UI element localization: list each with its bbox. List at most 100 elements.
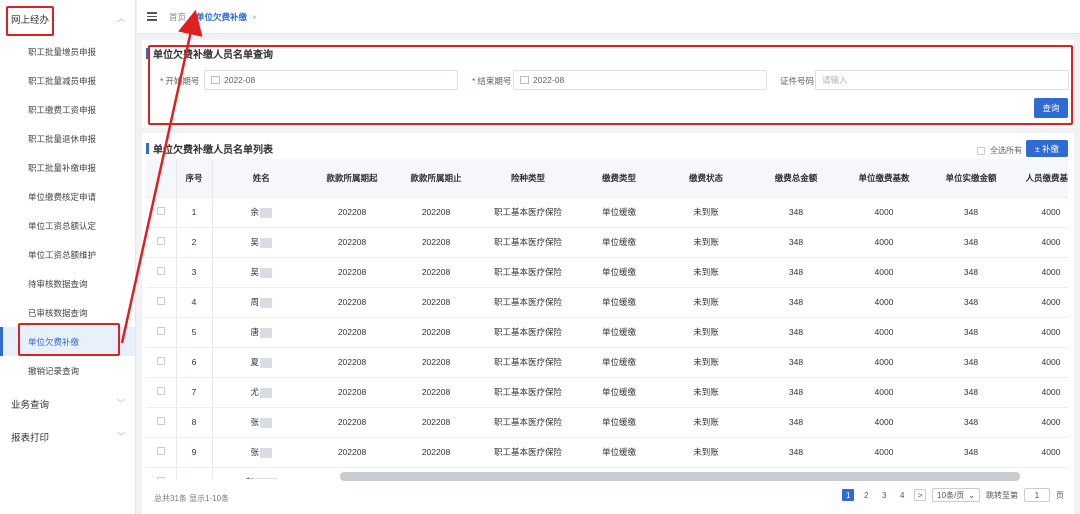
select-all[interactable]: 全选所有	[977, 145, 1022, 156]
row-checkbox-cell[interactable]	[146, 407, 176, 438]
end-period-input[interactable]: 2022-08	[513, 70, 767, 90]
title-accent-bar	[146, 48, 149, 59]
row-checkbox[interactable]	[156, 207, 165, 215]
page-3[interactable]: 3	[878, 489, 890, 501]
cell-end: 202208	[394, 437, 478, 468]
cell-person-base: 4000	[1014, 377, 1068, 408]
cell-person-base: 4000	[1014, 347, 1068, 378]
table-row[interactable]: 1 余 202208 202208 职工基本医疗保险 单位缓缴 未到账 348 4000 348 4…	[146, 197, 1068, 228]
table-row[interactable]: 8 张 202208 202208 职工基本医疗保险 单位缓缴 未到账 348 4000 348 4…	[146, 407, 1068, 438]
cell-end: 202208	[394, 347, 478, 378]
row-checkbox-cell[interactable]	[146, 347, 176, 378]
sidebar-item[interactable]: 单位工资总额认定	[0, 211, 135, 240]
next-page-button[interactable]: >	[914, 489, 927, 501]
table-row[interactable]: 2 吴 202208 202208 职工基本医疗保险 单位缓缴 未到账 348 4000 348 4…	[146, 227, 1068, 258]
page-1[interactable]: 1	[842, 489, 855, 501]
table-row[interactable]: 3 吴 202208 202208 职工基本医疗保险 单位缓缴 未到账 348 4000 348 4…	[146, 257, 1068, 288]
cell-unit-base: 4000	[840, 317, 928, 348]
row-checkbox[interactable]	[156, 417, 165, 425]
redacted-block	[260, 357, 272, 368]
header-checkbox-cell	[146, 159, 176, 198]
cell-start: 202208	[310, 317, 394, 348]
cell-status: 未到账	[660, 257, 752, 288]
column-header: 款款所属期止	[394, 159, 478, 198]
sidebar-item[interactable]: 单位工资总额维护	[0, 240, 135, 269]
column-header: 缴费类型	[578, 159, 660, 198]
table-row[interactable]: 5 唐 202208 202208 职工基本医疗保险 单位缓缴 未到账 348 4000 348 4…	[146, 317, 1068, 348]
cell-name: 吴	[212, 227, 310, 258]
id-number-input[interactable]: 请输入	[815, 70, 1069, 90]
start-period-value: 2022-08	[224, 75, 256, 85]
id-number-label: 证件号码	[780, 76, 815, 86]
row-checkbox-cell[interactable]	[146, 317, 176, 348]
column-header: 单位缴费基数	[840, 159, 928, 198]
table-row[interactable]: 4 周 202208 202208 职工基本医疗保险 单位缓缴 未到账 348 4000 348 4…	[146, 287, 1068, 318]
sidebar: 网上经办 ︿ 职工批量增员申报 职工批量减员申报 职工缴费工资申报 职工批量退休申报职…	[0, 0, 136, 514]
sidebar-group-online[interactable]: 网上经办 ︿	[0, 0, 135, 37]
row-checkbox-cell[interactable]	[146, 377, 176, 408]
pagination-summary: 总共31条 显示1-10条	[154, 494, 230, 503]
row-checkbox[interactable]	[156, 297, 165, 305]
row-checkbox-cell[interactable]	[146, 437, 176, 468]
sidebar-item[interactable]: 职工批量增员申报	[0, 37, 135, 66]
column-header: 人员缴费基数	[1014, 159, 1068, 198]
row-checkbox[interactable]	[156, 327, 165, 335]
page-4[interactable]: 4	[896, 489, 908, 501]
cell-insurance: 职工基本医疗保险	[478, 227, 578, 258]
sidebar-item[interactable]: 已审核数据查询	[0, 298, 135, 327]
sidebar-group-business-query[interactable]: 业务查询 ﹀	[0, 385, 135, 422]
start-period-input[interactable]: 2022-08	[204, 70, 458, 90]
cell-status: 未到账	[660, 347, 752, 378]
cell-start: 202208	[310, 257, 394, 288]
cell-end: 202208	[394, 257, 478, 288]
cell-index: 7	[175, 377, 213, 408]
horizontal-scrollbar[interactable]	[340, 472, 1020, 481]
column-header: 款款所属期起	[310, 159, 394, 198]
redacted-block	[260, 207, 272, 218]
row-checkbox-cell[interactable]	[146, 287, 176, 318]
sidebar-item[interactable]: 撤销记录查询	[0, 356, 135, 385]
cell-index: 2	[175, 227, 213, 258]
row-checkbox[interactable]	[156, 447, 165, 455]
tab-home[interactable]: 首页	[169, 11, 186, 23]
select-all-checkbox[interactable]	[977, 146, 985, 155]
pagination: 1 2 3 4 > 10条/页 ⌄ 跳转至第 1 页	[842, 488, 1064, 502]
page-2[interactable]: 2	[860, 489, 872, 501]
row-checkbox[interactable]	[156, 387, 165, 395]
row-checkbox[interactable]	[156, 357, 165, 365]
chevron-down-icon: ﹀	[117, 432, 125, 441]
query-title-text: 单位欠费补缴人员名单查询	[153, 50, 273, 61]
table-row[interactable]: 6 夏 202208 202208 职工基本医疗保险 单位缓缴 未到账 348 4000 348 4…	[146, 347, 1068, 378]
calendar-icon	[520, 76, 529, 84]
page-size-select[interactable]: 10条/页 ⌄	[932, 488, 980, 502]
sidebar-item[interactable]: 单位欠费补缴	[0, 327, 135, 356]
row-checkbox[interactable]	[156, 477, 165, 479]
row-checkbox-cell[interactable]	[146, 197, 176, 228]
row-checkbox-cell[interactable]	[146, 257, 176, 288]
supplement-button[interactable]: ± 补缴	[1026, 140, 1068, 157]
sidebar-item[interactable]: 职工缴费工资申报	[0, 95, 135, 124]
row-checkbox[interactable]	[156, 267, 165, 275]
row-checkbox-cell[interactable]	[146, 467, 176, 479]
jump-page-input[interactable]: 1	[1024, 488, 1050, 502]
cell-insurance: 职工基本医疗保险	[478, 197, 578, 228]
cell-start: 202208	[310, 437, 394, 468]
close-icon[interactable]: ×	[252, 12, 257, 22]
redacted-block	[260, 387, 272, 398]
sidebar-group-report-print[interactable]: 报表打印 ﹀	[0, 418, 135, 455]
sidebar-item[interactable]: 单位缴费核定申请	[0, 182, 135, 211]
cell-total: 348	[752, 437, 840, 468]
cell-name: 唐	[212, 317, 310, 348]
tab-current[interactable]: 单位欠费补缴 ×	[196, 11, 257, 23]
sidebar-item[interactable]: 待审核数据查询	[0, 269, 135, 298]
table-row[interactable]: 9 张 202208 202208 职工基本医疗保险 单位缓缴 未到账 348 4000 348 4…	[146, 437, 1068, 468]
cell-status: 未到账	[660, 227, 752, 258]
menu-toggle-icon[interactable]	[147, 12, 157, 21]
sidebar-item[interactable]: 职工批量补缴申报	[0, 153, 135, 182]
sidebar-item[interactable]: 职工批量减员申报	[0, 66, 135, 95]
row-checkbox-cell[interactable]	[146, 227, 176, 258]
sidebar-item[interactable]: 职工批量退休申报	[0, 124, 135, 153]
row-checkbox[interactable]	[156, 237, 165, 245]
search-button[interactable]: 查询	[1034, 98, 1068, 118]
table-row[interactable]: 7 尤 202208 202208 职工基本医疗保险 单位缓缴 未到账 348 4000 348 4…	[146, 377, 1068, 408]
